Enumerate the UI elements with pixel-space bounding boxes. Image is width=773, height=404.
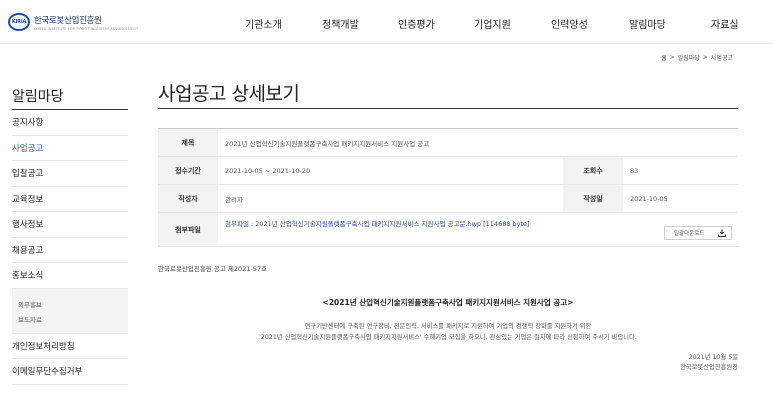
breadcrumb-level2[interactable]: 사업공고 xyxy=(711,53,733,62)
download-all-label: 일괄다운로드 xyxy=(674,231,705,237)
breadcrumb-home[interactable]: 홈 xyxy=(661,53,667,62)
breadcrumb-separator: > xyxy=(669,54,675,61)
author-value: 관리자 xyxy=(225,195,243,204)
board-detail-table: 제목 2021년 산업혁신기술지원플랫폼구축사업 패키지지원서비스 지원사업 공… xyxy=(158,128,738,247)
views-value: 83 xyxy=(630,166,639,175)
date-label: 작성일 xyxy=(563,185,623,212)
page-title: 사업공고 상세보기 xyxy=(158,83,300,105)
sidebar-item-notice[interactable]: 공지사항 xyxy=(12,110,128,136)
page-title-divider xyxy=(158,108,738,109)
content-line: '2021년 산업혁신기술지원플랫폼구축사업 패키지지원서비스' 수혜기업 모집… xyxy=(259,334,637,341)
download-all-button[interactable]: 일괄다운로드 xyxy=(664,226,732,240)
board-row-period: 접수기간 2021-10-05 ~ 2021-10-20 조회수 83 xyxy=(158,157,738,185)
main-nav: 기관소개 정책개발 인증평가 기업지원 인력양성 알림마당 자료실 xyxy=(0,16,773,31)
sidebar-item-recruit[interactable]: 채용공고 xyxy=(12,238,128,263)
nav-item-certification[interactable]: 인증평가 xyxy=(398,16,435,31)
sidebar-item-bid[interactable]: 입찰공고 xyxy=(12,161,128,187)
sidebar-item-pr-news[interactable]: 홍보소식 xyxy=(12,263,128,289)
notice-number: 한국로봇산업진흥원 공고 제2021-57호 xyxy=(158,265,268,273)
sidebar-menu: 공지사항 사업공고 입찰공고 교육정보 행사정보 채용공고 홍보소식 외부홍보 … xyxy=(12,110,128,385)
sidebar-submenu: 외부홍보 보도자료 xyxy=(12,288,128,334)
nav-item-policy[interactable]: 정책개발 xyxy=(322,16,359,31)
subject-label: 제목 xyxy=(158,129,218,156)
breadcrumb-separator: > xyxy=(702,54,708,61)
nav-item-business[interactable]: 기업지원 xyxy=(474,16,511,31)
download-icon xyxy=(718,229,726,237)
sidebar-title: 알림마당 xyxy=(12,89,64,105)
attachment-label: 첨부파일 xyxy=(158,213,218,246)
board-row-subject: 제목 2021년 산업혁신기술지원플랫폼구축사업 패키지지원서비스 지원사업 공… xyxy=(158,129,738,157)
signature-org: 한국로봇산업진흥원장 xyxy=(680,364,738,371)
period-label: 접수기간 xyxy=(158,157,218,184)
subject-value: 2021년 산업혁신기술지원플랫폼구축사업 패키지지원서비스 지원사업 공고 xyxy=(225,139,430,148)
board-row-author: 작성자 관리자 작성일 2021-10-05 xyxy=(158,185,738,213)
attachment-file-link[interactable]: 첨부파일 : 2021년 산업혁신기술지원플랫폼구축사업 패키지지원서비스 지원… xyxy=(225,218,530,228)
sidebar-subitem-press[interactable]: 보도자료 xyxy=(18,312,128,327)
nav-item-notice[interactable]: 알림마당 xyxy=(629,16,666,31)
breadcrumb: 홈 > 알림마당 > 사업공고 xyxy=(661,53,733,62)
sidebar-item-events[interactable]: 행사정보 xyxy=(12,212,128,238)
sidebar-item-email-refusal[interactable]: 이메일무단수집거부 xyxy=(12,359,128,385)
content-body: 연구기반센터에 구축된 연구장비, 전문인력, 서비스를 패키지로 지원하여 기… xyxy=(158,321,738,343)
content-signature: 2021년 10월 5일 한국로봇산업진흥원장 xyxy=(680,353,738,373)
date-value: 2021-10-05 xyxy=(630,194,668,203)
sidebar-item-business-notice[interactable]: 사업공고 xyxy=(12,136,128,161)
nav-item-about[interactable]: 기관소개 xyxy=(245,16,282,31)
sidebar-item-privacy[interactable]: 개인정보처리방침 xyxy=(12,334,128,359)
signature-date: 2021년 10월 5일 xyxy=(688,354,738,361)
board-row-attachment: 첨부파일 첨부파일 : 2021년 산업혁신기술지원플랫폼구축사업 패키지지원서… xyxy=(158,213,738,247)
author-label: 작성자 xyxy=(158,185,218,212)
sidebar-subitem-external-pr[interactable]: 외부홍보 xyxy=(18,297,128,312)
nav-item-training[interactable]: 인력양성 xyxy=(551,16,588,31)
nav-item-archive[interactable]: 자료실 xyxy=(711,16,739,31)
content-line: 연구기반센터에 구축된 연구장비, 전문인력, 서비스를 패키지로 지원하여 기… xyxy=(304,323,592,330)
content-title: <2021년 산업혁신기술지원플랫폼구축사업 패키지지원서비스 지원사업 공고> xyxy=(322,298,574,307)
site-header: KIRIA 한국로봇산업진흥원 KOREA INSTITUTE FOR ROBO… xyxy=(0,0,773,44)
breadcrumb-level1[interactable]: 알림마당 xyxy=(678,53,700,62)
period-value: 2021-10-05 ~ 2021-10-20 xyxy=(225,166,311,175)
sidebar-item-education[interactable]: 교육정보 xyxy=(12,187,128,212)
views-label: 조회수 xyxy=(563,157,623,184)
